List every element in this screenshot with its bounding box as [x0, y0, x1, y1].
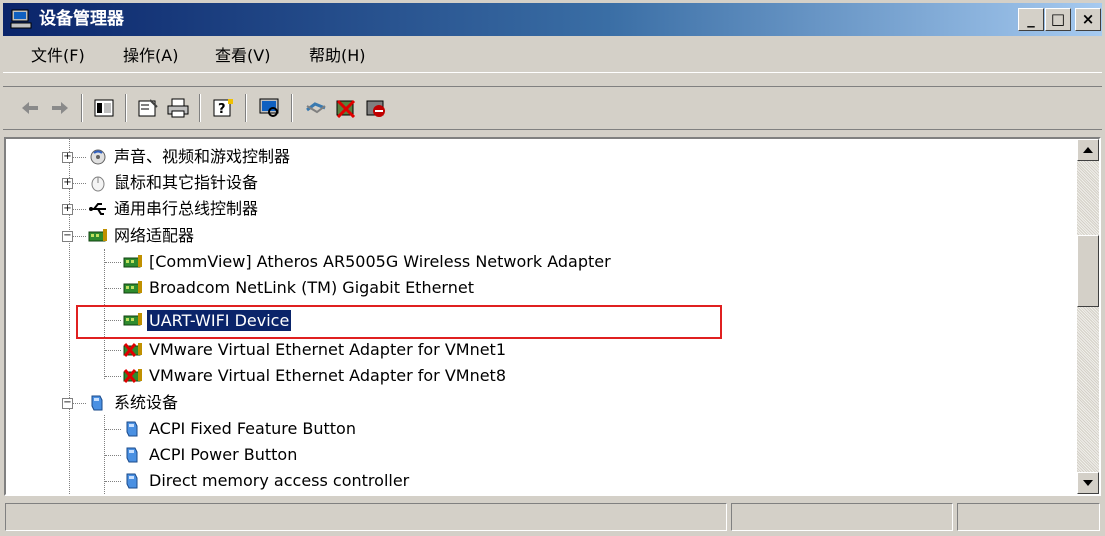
status-bar	[3, 501, 1102, 533]
toolbar-separator	[291, 94, 293, 122]
system-device-icon	[126, 447, 138, 463]
toolbar-separator	[125, 94, 127, 122]
computer-icon	[10, 9, 32, 29]
tree-node-label: 系统设备	[114, 393, 179, 412]
menu-file[interactable]: 文件(F)	[31, 46, 85, 66]
network-adapter-disabled-icon	[123, 369, 142, 383]
toolbar-separator	[81, 94, 83, 122]
properties-icon[interactable]	[135, 95, 161, 121]
scan-hardware-icon[interactable]	[257, 95, 283, 121]
usb-icon	[89, 203, 106, 215]
tree-line	[105, 262, 121, 263]
tree-node-label: Direct memory access controller	[149, 471, 410, 490]
print-icon[interactable]	[165, 95, 191, 121]
tree-node-label: VMware Virtual Ethernet Adapter for VMne…	[149, 340, 507, 359]
show-hide-console-tree-icon[interactable]	[91, 95, 117, 121]
status-panel-main	[5, 503, 727, 531]
window-title: 设备管理器	[39, 9, 124, 29]
tree-line	[105, 455, 121, 456]
tree-line	[69, 139, 70, 494]
system-device-icon	[126, 473, 138, 489]
svg-text:?: ?	[218, 102, 226, 117]
arrow-up-icon	[1083, 147, 1093, 153]
toolbar-separator	[199, 94, 201, 122]
tree-line	[72, 183, 86, 184]
menu-action[interactable]: 操作(A)	[123, 46, 178, 66]
network-adapter-icon	[88, 229, 107, 242]
tree-node-label: ACPI Power Button	[149, 445, 298, 464]
disable-icon[interactable]	[363, 95, 389, 121]
minimize-button[interactable]: _	[1018, 8, 1044, 31]
tree-node-label: VMware Virtual Ethernet Adapter for VMne…	[149, 366, 507, 385]
tree-line	[72, 209, 86, 210]
vertical-scrollbar[interactable]	[1077, 139, 1099, 494]
menu-bar: 文件(F) 操作(A) 查看(V) 帮助(H)	[3, 40, 1102, 73]
toolbar-separator	[245, 94, 247, 122]
tree-node-label: 网络适配器	[114, 226, 195, 245]
device-tree[interactable]: + 声音、视频和游戏控制器 + 鼠标和其它指针设备 + 通用串行总线控制器 − …	[6, 139, 1077, 494]
maximize-button[interactable]: □	[1045, 8, 1071, 31]
tree-line	[105, 376, 121, 377]
arrow-down-icon	[1083, 480, 1093, 486]
status-panel	[731, 503, 953, 531]
system-device-icon	[126, 421, 138, 437]
menu-view[interactable]: 查看(V)	[215, 46, 270, 66]
device-manager-window: 设备管理器 _ □ × 文件(F) 操作(A) 查看(V) 帮助(H) ? + …	[0, 0, 1105, 536]
annotation-highlight-box	[76, 305, 722, 339]
help-icon[interactable]: ?	[211, 95, 237, 121]
tree-line	[72, 236, 86, 237]
mouse-icon	[91, 176, 105, 192]
tree-node-label: [CommView] Atheros AR5005G Wireless Netw…	[149, 252, 611, 271]
tree-line	[105, 288, 121, 289]
network-adapter-icon	[123, 255, 142, 268]
scroll-down-button[interactable]	[1077, 472, 1099, 494]
tree-node-label: ACPI Fixed Feature Button	[149, 419, 356, 438]
network-adapter-disabled-icon	[123, 343, 142, 357]
device-tree-panel: + 声音、视频和游戏控制器 + 鼠标和其它指针设备 + 通用串行总线控制器 − …	[4, 137, 1101, 496]
tree-node-label: 通用串行总线控制器	[114, 199, 259, 218]
title-bar[interactable]: 设备管理器 _ □ ×	[3, 3, 1102, 36]
system-device-icon	[91, 395, 103, 411]
scroll-thumb[interactable]	[1077, 235, 1099, 307]
tree-node-label: 声音、视频和游戏控制器	[114, 147, 291, 166]
tree-line	[105, 429, 121, 430]
back-icon[interactable]	[17, 95, 43, 121]
network-adapter-icon	[123, 281, 142, 294]
scroll-up-button[interactable]	[1077, 139, 1099, 161]
tree-line	[105, 481, 121, 482]
update-driver-icon[interactable]	[303, 95, 329, 121]
tree-line	[72, 157, 86, 158]
sound-icon	[90, 149, 106, 165]
forward-icon[interactable]	[47, 95, 73, 121]
status-panel	[957, 503, 1100, 531]
close-button[interactable]: ×	[1075, 8, 1101, 31]
tree-node-label: Broadcom NetLink (TM) Gigabit Ethernet	[149, 278, 474, 297]
tree-line	[72, 403, 86, 404]
tree-node-label: 鼠标和其它指针设备	[114, 173, 259, 192]
uninstall-icon[interactable]	[333, 95, 359, 121]
toolbar: ?	[3, 86, 1102, 130]
menu-help[interactable]: 帮助(H)	[309, 46, 366, 66]
tree-line	[105, 350, 121, 351]
